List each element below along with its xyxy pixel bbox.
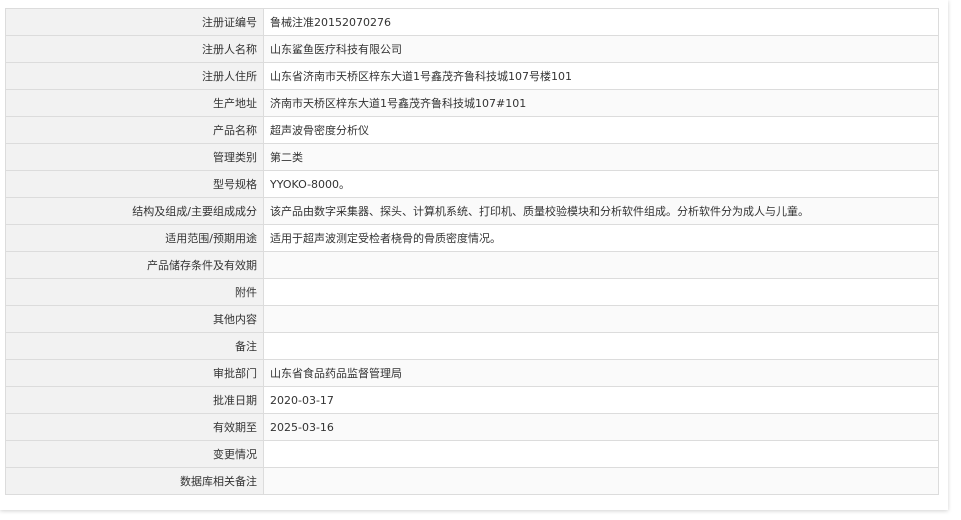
database-notes-label: 数据库相关备注 xyxy=(5,467,264,495)
management-category-value: 第二类 xyxy=(263,143,939,171)
row-model-spec: 型号规格 YYOKO-8000。 xyxy=(5,170,939,198)
row-approval-department: 审批部门 山东省食品药品监督管理局 xyxy=(5,359,939,387)
row-attachments: 附件 xyxy=(5,278,939,306)
structure-composition-value: 该产品由数字采集器、探头、计算机系统、打印机、质量校验模块和分析软件组成。分析软… xyxy=(263,197,939,225)
registration-number-value: 鲁械注准20152070276 xyxy=(263,8,939,36)
registrant-name-value: 山东鲨鱼医疗科技有限公司 xyxy=(263,35,939,63)
production-address-value: 济南市天桥区梓东大道1号鑫茂齐鲁科技城107#101 xyxy=(263,89,939,117)
row-registration-number: 注册证编号 鲁械注准20152070276 xyxy=(5,8,939,36)
registrant-address-value: 山东省济南市天桥区梓东大道1号鑫茂齐鲁科技城107号楼101 xyxy=(263,62,939,90)
row-product-name: 产品名称 超声波骨密度分析仪 xyxy=(5,116,939,144)
attachments-label: 附件 xyxy=(5,278,264,306)
row-change-status: 变更情况 xyxy=(5,440,939,468)
registrant-address-label: 注册人住所 xyxy=(5,62,264,90)
model-spec-label: 型号规格 xyxy=(5,170,264,198)
product-name-label: 产品名称 xyxy=(5,116,264,144)
row-valid-until: 有效期至 2025-03-16 xyxy=(5,413,939,441)
product-name-value: 超声波骨密度分析仪 xyxy=(263,116,939,144)
database-notes-value xyxy=(263,467,939,495)
row-other-content: 其他内容 xyxy=(5,305,939,333)
scope-intended-use-value: 适用于超声波测定受检者桡骨的骨质密度情况。 xyxy=(263,224,939,252)
row-registrant-address: 注册人住所 山东省济南市天桥区梓东大道1号鑫茂齐鲁科技城107号楼101 xyxy=(5,62,939,90)
row-registrant-name: 注册人名称 山东鲨鱼医疗科技有限公司 xyxy=(5,35,939,63)
valid-until-label: 有效期至 xyxy=(5,413,264,441)
row-remarks: 备注 xyxy=(5,332,939,360)
detail-panel: 注册证编号 鲁械注准20152070276 注册人名称 山东鲨鱼医疗科技有限公司… xyxy=(0,0,948,510)
storage-conditions-value xyxy=(263,251,939,279)
row-scope-intended-use: 适用范围/预期用途 适用于超声波测定受检者桡骨的骨质密度情况。 xyxy=(5,224,939,252)
approval-department-label: 审批部门 xyxy=(5,359,264,387)
remarks-value xyxy=(263,332,939,360)
scope-intended-use-label: 适用范围/预期用途 xyxy=(5,224,264,252)
row-management-category: 管理类别 第二类 xyxy=(5,143,939,171)
production-address-label: 生产地址 xyxy=(5,89,264,117)
other-content-value xyxy=(263,305,939,333)
row-production-address: 生产地址 济南市天桥区梓东大道1号鑫茂齐鲁科技城107#101 xyxy=(5,89,939,117)
approval-date-label: 批准日期 xyxy=(5,386,264,414)
row-structure-composition: 结构及组成/主要组成成分 该产品由数字采集器、探头、计算机系统、打印机、质量校验… xyxy=(5,197,939,225)
other-content-label: 其他内容 xyxy=(5,305,264,333)
model-spec-value: YYOKO-8000。 xyxy=(263,170,939,198)
approval-date-value: 2020-03-17 xyxy=(263,386,939,414)
storage-conditions-label: 产品储存条件及有效期 xyxy=(5,251,264,279)
remarks-label: 备注 xyxy=(5,332,264,360)
change-status-value xyxy=(263,440,939,468)
registration-detail-table: 注册证编号 鲁械注准20152070276 注册人名称 山东鲨鱼医疗科技有限公司… xyxy=(5,8,939,495)
management-category-label: 管理类别 xyxy=(5,143,264,171)
registrant-name-label: 注册人名称 xyxy=(5,35,264,63)
valid-until-value: 2025-03-16 xyxy=(263,413,939,441)
structure-composition-label: 结构及组成/主要组成成分 xyxy=(5,197,264,225)
approval-department-value: 山东省食品药品监督管理局 xyxy=(263,359,939,387)
row-database-notes: 数据库相关备注 xyxy=(5,467,939,495)
attachments-value xyxy=(263,278,939,306)
row-storage-conditions: 产品储存条件及有效期 xyxy=(5,251,939,279)
change-status-label: 变更情况 xyxy=(5,440,264,468)
row-approval-date: 批准日期 2020-03-17 xyxy=(5,386,939,414)
registration-number-label: 注册证编号 xyxy=(5,8,264,36)
